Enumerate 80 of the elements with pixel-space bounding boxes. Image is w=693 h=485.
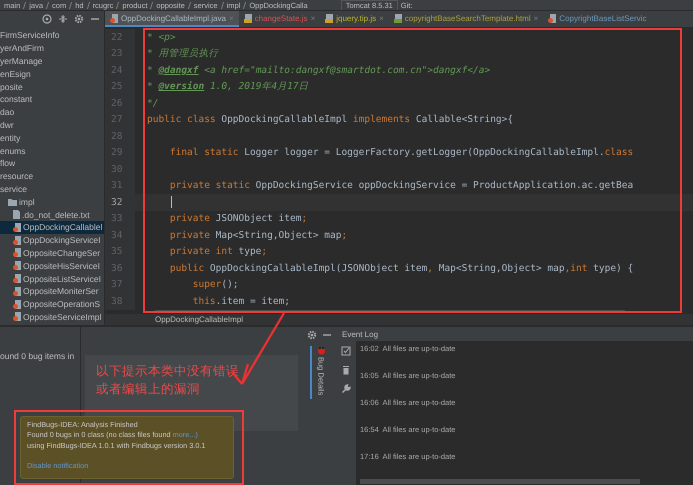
tree-item[interactable]: dao [0, 106, 104, 119]
code-line: * <p> [147, 32, 176, 43]
checkbox-icon[interactable] [341, 346, 351, 356]
collapse-icon[interactable] [58, 14, 68, 24]
tree-item[interactable]: service [0, 182, 104, 196]
separator-icon [220, 2, 224, 8]
locate-icon[interactable] [42, 14, 52, 24]
code-line: private int type; [168, 246, 268, 258]
html-file-icon [394, 14, 402, 22]
settings-icon[interactable] [306, 330, 316, 340]
java-class-icon [13, 274, 21, 284]
separator-icon [243, 2, 246, 8]
horizontal-scrollbar[interactable] [155, 310, 625, 313]
java-file-icon [548, 14, 556, 22]
tree-item[interactable]: constant [0, 92, 104, 106]
java-class-icon [13, 222, 21, 232]
code-line: this.item = item; [192, 296, 290, 307]
java-class-icon [13, 300, 21, 309]
trash-icon[interactable] [341, 365, 351, 375]
separator-icon [116, 2, 120, 8]
tree-item[interactable]: flow [0, 156, 104, 170]
tree-item[interactable]: OppositeListServiceI [0, 272, 104, 285]
java-file-icon [110, 14, 118, 22]
code-line: * @version 1.0, 2019年4月17日 [147, 80, 309, 94]
editor-tab[interactable]: OppDockingCallableImpl.java × [105, 11, 239, 27]
code-line: private static OppDockingService oppDockingService = ProductApplication.ac.getBea [168, 180, 634, 192]
tree-item[interactable]: posite [0, 80, 104, 93]
editor-tab[interactable]: copyrightBaseSearchTemplate.html × [388, 11, 544, 27]
editor-breadcrumb[interactable]: OppDockingCallableImpl [155, 315, 244, 324]
folder-icon [8, 198, 17, 206]
text-file-icon [13, 210, 20, 220]
separator-icon [46, 2, 50, 8]
tree-item[interactable]: enums [0, 144, 104, 157]
text-caret [171, 196, 172, 208]
tree-item[interactable]: OppositeHisServiceI [0, 259, 104, 272]
event-log-title: Event Log [342, 330, 378, 338]
tree-item[interactable]: yerAndFirm [0, 42, 104, 55]
tree-item[interactable]: OppositeChangeSer [0, 246, 104, 260]
code-line: * 用管理员执行 [147, 47, 218, 60]
java-class-icon [13, 261, 21, 270]
code-line: * @dangxf <a href="mailto:dangxf@smartdot.com.cn">dangxf</a> [147, 64, 490, 76]
tree-item[interactable]: OppositeMoniterSer [0, 284, 104, 298]
code-line: private Map<String,Object> map; [168, 230, 348, 241]
findbugs-summary: ound 0 bug items in [0, 351, 74, 361]
annotation-note: 或者编辑上的漏洞 [96, 381, 201, 398]
code-line: final static Logger logger = LoggerFactory.getLogger(OppDockingCallableImpl.class [168, 147, 634, 158]
code-line: public class OppDockingCallableImpl implements Callable<String>{ [147, 114, 514, 126]
java-class-icon [13, 248, 21, 258]
code-line: public OppDockingCallableImpl(JSONObject item, Map<String,Object> map,int type) { [168, 262, 634, 274]
separator-icon [188, 2, 191, 8]
js-file-icon [244, 14, 252, 22]
separator-icon [69, 2, 72, 8]
separator-icon [86, 2, 90, 8]
code-line: private JSONObject item; [168, 213, 308, 224]
java-class-icon [13, 286, 21, 296]
tree-item[interactable]: OppDockingCallablel [0, 220, 104, 234]
tree-item[interactable]: OppDockingServiceI [0, 234, 104, 247]
separator-icon [23, 2, 26, 8]
editor-tab[interactable]: jquery.tip.js × [320, 11, 389, 27]
java-class-icon [13, 312, 21, 322]
code-line: */ [147, 98, 158, 109]
tree-item[interactable]: yerManage [0, 54, 104, 68]
java-class-icon [13, 236, 21, 245]
tree-item[interactable]: impl [0, 195, 104, 208]
settings-icon[interactable] [74, 14, 84, 24]
tree-item[interactable]: .do_not_delete.txt [0, 208, 104, 221]
separator-icon [150, 2, 154, 8]
tree-item[interactable]: resource [0, 170, 104, 183]
tree-item[interactable]: FirmServiceInfo [0, 29, 104, 42]
wrench-icon[interactable] [341, 384, 351, 394]
tree-item[interactable]: OppositeOperationS [0, 298, 104, 311]
js-file-icon [325, 14, 334, 22]
editor-tab[interactable]: CopyrightBaseListServic [543, 11, 652, 27]
tree-item[interactable]: OppositeServiceImpl [0, 310, 104, 324]
bug-icon [316, 346, 326, 355]
horizontal-scrollbar[interactable] [360, 479, 640, 484]
tree-item[interactable]: dwr [0, 118, 104, 132]
code-line: super(); [192, 279, 239, 290]
tree-item[interactable]: entity [0, 131, 104, 144]
tree-item[interactable]: enEsign [0, 67, 104, 80]
